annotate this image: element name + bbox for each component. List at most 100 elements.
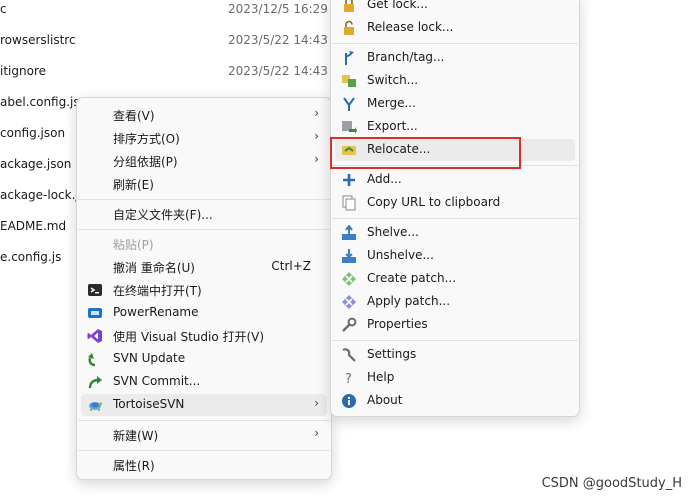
menu-item-label: Switch...	[367, 73, 419, 87]
file-date: 2023/5/22 14:43	[228, 64, 328, 78]
wrench-icon	[341, 317, 357, 333]
menu-item-label: 属性(R)	[113, 459, 155, 473]
menu-item-label: Copy URL to clipboard	[367, 195, 501, 209]
menu-item-label: Get lock...	[367, 0, 428, 11]
plus-icon	[341, 172, 357, 188]
menu-item-label: Properties	[367, 317, 428, 331]
lock-icon	[341, 0, 357, 13]
menu-separator	[78, 450, 330, 451]
create-patch-icon	[341, 271, 357, 287]
branch-icon	[341, 50, 357, 66]
submenu-item-branch-tag[interactable]: Branch/tag...	[335, 47, 575, 69]
file-name: ackage-lock.js	[0, 188, 85, 202]
menu-item-label: 粘贴(P)	[113, 238, 154, 252]
file-date: 2023/12/5 16:29	[228, 2, 328, 16]
submenu-item-properties[interactable]: Properties	[335, 314, 575, 336]
menu-item-label: Settings	[367, 347, 417, 361]
menu-item-undo[interactable]: 撤消 重命名(U) Ctrl+Z	[81, 256, 327, 278]
menu-item-label: Unshelve...	[367, 248, 434, 262]
menu-item-new[interactable]: 新建(W) ›	[81, 424, 327, 446]
submenu-item-unshelve[interactable]: Unshelve...	[335, 245, 575, 267]
powerrename-icon	[87, 305, 103, 321]
menu-item-label: 查看(V)	[113, 109, 155, 123]
submenu-item-create-patch[interactable]: Create patch...	[335, 268, 575, 290]
merge-icon	[341, 96, 357, 112]
submenu-item-add[interactable]: Add...	[335, 169, 575, 191]
menu-item-svn-update[interactable]: SVN Update	[81, 348, 327, 370]
menu-item-label: PowerRename	[113, 305, 199, 319]
menu-item-label: Merge...	[367, 96, 416, 110]
menu-item-label: Branch/tag...	[367, 50, 445, 64]
menu-item-label: 撤消 重命名(U)	[113, 261, 195, 275]
svg-text:?: ?	[345, 372, 352, 386]
submenu-item-merge[interactable]: Merge...	[335, 93, 575, 115]
menu-item-label: 在终端中打开(T)	[113, 284, 202, 298]
menu-separator	[78, 229, 330, 230]
menu-item-label: SVN Update	[113, 351, 186, 365]
menu-separator	[78, 420, 330, 421]
svn-update-icon	[87, 351, 103, 367]
submenu-item-about[interactable]: About	[335, 390, 575, 412]
menu-item-svn-commit[interactable]: SVN Commit...	[81, 371, 327, 393]
menu-item-label: 新建(W)	[113, 429, 159, 443]
submenu-item-apply-patch[interactable]: Apply patch...	[335, 291, 575, 313]
unlock-icon	[341, 20, 357, 36]
menu-separator	[332, 218, 578, 219]
submenu-item-export[interactable]: Export...	[335, 116, 575, 138]
menu-item-group[interactable]: 分组依据(P) ›	[81, 150, 327, 172]
menu-item-visual-studio[interactable]: 使用 Visual Studio 打开(V)	[81, 325, 327, 347]
chevron-right-icon: ›	[314, 152, 319, 166]
submenu-item-release-lock[interactable]: Release lock...	[335, 17, 575, 39]
menu-item-view[interactable]: 查看(V) ›	[81, 104, 327, 126]
menu-item-customize-folder[interactable]: 自定义文件夹(F)...	[81, 203, 327, 225]
menu-item-label: Release lock...	[367, 20, 454, 34]
menu-item-properties[interactable]: 属性(R)	[81, 454, 327, 476]
menu-separator	[332, 43, 578, 44]
menu-item-label: Create patch...	[367, 271, 457, 285]
menu-item-label: 刷新(E)	[113, 178, 154, 192]
chevron-right-icon: ›	[314, 426, 319, 440]
file-row[interactable]: rowserslistrc 2023/5/22 14:43	[0, 33, 330, 53]
menu-item-tortoisesvn[interactable]: TortoiseSVN ›	[81, 394, 327, 416]
highlight-box	[330, 137, 521, 169]
file-name: rowserslistrc	[0, 33, 76, 47]
submenu-item-shelve[interactable]: Shelve...	[335, 222, 575, 244]
submenu-item-switch[interactable]: Switch...	[335, 70, 575, 92]
watermark: CSDN @goodStudy_H	[541, 476, 682, 491]
menu-item-paste: 粘贴(P)	[81, 233, 327, 255]
menu-item-label: Export...	[367, 119, 418, 133]
file-name: c	[0, 2, 7, 16]
submenu-item-settings[interactable]: Settings	[335, 344, 575, 366]
menu-item-label: 分组依据(P)	[113, 155, 178, 169]
menu-item-powerrename[interactable]: PowerRename	[81, 302, 327, 324]
shortcut-label: Ctrl+Z	[271, 259, 311, 273]
terminal-icon	[87, 282, 103, 298]
file-name: ackage.json	[0, 157, 72, 171]
file-row[interactable]: itignore 2023/5/22 14:43	[0, 64, 330, 84]
settings-icon	[341, 347, 357, 363]
menu-item-refresh[interactable]: 刷新(E)	[81, 173, 327, 195]
menu-item-label: 使用 Visual Studio 打开(V)	[113, 330, 265, 344]
file-name: e.config.js	[0, 250, 62, 264]
chevron-right-icon: ›	[314, 129, 319, 143]
menu-item-open-terminal[interactable]: 在终端中打开(T)	[81, 279, 327, 301]
menu-item-label: Help	[367, 370, 395, 384]
submenu-item-copy-url[interactable]: Copy URL to clipboard	[335, 192, 575, 214]
file-name: abel.config.js	[0, 95, 80, 109]
help-icon: ?	[341, 370, 357, 386]
submenu-item-help[interactable]: ? Help	[335, 367, 575, 389]
file-row[interactable]: c 2023/12/5 16:29	[0, 2, 330, 22]
menu-item-label: SVN Commit...	[113, 374, 201, 388]
context-menu: 查看(V) › 排序方式(O) › 分组依据(P) › 刷新(E) 自定义文件夹…	[76, 97, 332, 480]
unshelve-icon	[341, 248, 357, 264]
file-name: EADME.md	[0, 219, 67, 233]
menu-item-label: Apply patch...	[367, 294, 451, 308]
file-name: itignore	[0, 64, 46, 78]
chevron-right-icon: ›	[314, 396, 319, 410]
menu-item-sort[interactable]: 排序方式(O) ›	[81, 127, 327, 149]
visual-studio-icon	[87, 328, 103, 344]
apply-patch-icon	[341, 294, 357, 310]
submenu-item-get-lock[interactable]: Get lock...	[335, 0, 575, 16]
svn-commit-icon	[87, 374, 103, 390]
chevron-right-icon: ›	[314, 106, 319, 120]
